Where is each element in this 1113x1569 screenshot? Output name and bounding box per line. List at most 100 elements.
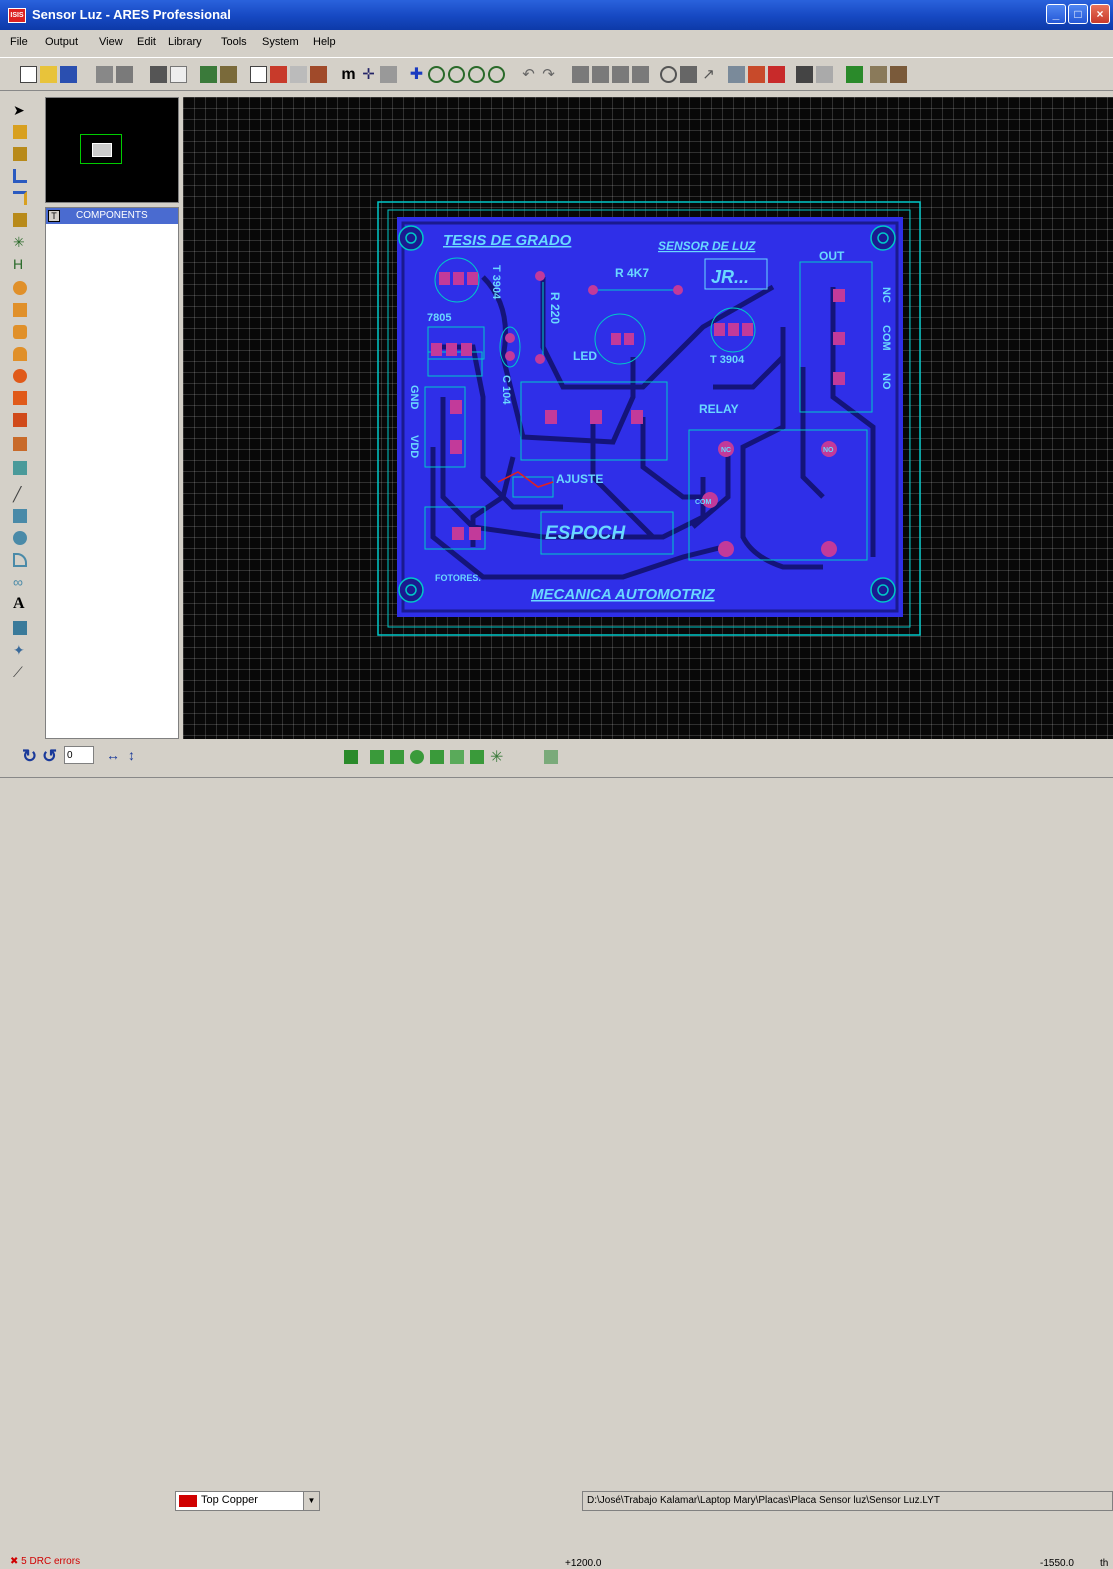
layers-panel-icon[interactable] [13, 461, 27, 475]
zoom-area-icon[interactable] [488, 66, 505, 83]
save-icon[interactable] [60, 66, 77, 83]
menu-tools[interactable]: Tools [221, 36, 247, 48]
close-button[interactable]: × [1090, 4, 1110, 24]
marker-icon[interactable]: ✦ [13, 643, 27, 657]
layer-selector[interactable]: Top Copper ▼ [175, 1491, 320, 1511]
arc-icon[interactable] [13, 553, 27, 567]
menu-file[interactable]: File [10, 36, 28, 48]
connectivity-icon[interactable]: H [13, 257, 27, 271]
block-copy-icon[interactable] [572, 66, 589, 83]
zoom-all-icon[interactable] [468, 66, 485, 83]
block-move-icon[interactable] [592, 66, 609, 83]
chevron-down-icon[interactable]: ▼ [303, 1492, 319, 1510]
circle-icon[interactable] [13, 531, 27, 545]
selection-mode-icon[interactable]: ➤ [13, 103, 27, 117]
component-mode-icon[interactable] [13, 125, 27, 139]
silk-initials: JR... [711, 267, 749, 287]
toggle-flip-icon[interactable] [270, 66, 287, 83]
menu-view[interactable]: View [99, 36, 123, 48]
route-settings-icon[interactable] [544, 750, 558, 764]
rotate-ccw-icon[interactable]: ↺ [42, 746, 57, 767]
rotate-cw-icon[interactable]: ↻ [22, 746, 37, 767]
layers-icon[interactable] [310, 66, 327, 83]
ratsnest-mode-icon[interactable]: ✳ [13, 235, 27, 249]
layer-visibility-icon[interactable] [344, 750, 358, 764]
metric-icon[interactable]: m [340, 66, 357, 83]
dimension-icon[interactable]: ⟋ [13, 665, 27, 679]
route-via-icon[interactable] [390, 750, 404, 764]
print-icon[interactable] [150, 66, 167, 83]
minimize-button[interactable]: _ [1046, 4, 1066, 24]
search-icon[interactable] [796, 66, 813, 83]
dil-pad-icon[interactable] [13, 325, 27, 339]
bom-icon[interactable] [220, 66, 237, 83]
power-plane-icon[interactable] [748, 66, 765, 83]
origin-icon[interactable]: ✛ [360, 66, 377, 83]
import-icon[interactable] [96, 66, 113, 83]
zoom-out-icon[interactable] [448, 66, 465, 83]
route-pad-icon[interactable] [410, 750, 424, 764]
route-bend-icon[interactable] [430, 750, 444, 764]
snap-icon[interactable] [380, 66, 397, 83]
new-file-icon[interactable] [20, 66, 37, 83]
polygonal-smt-icon[interactable] [13, 413, 27, 427]
test-points-icon[interactable] [768, 66, 785, 83]
box-icon[interactable] [13, 509, 27, 523]
menu-bar: File Output View Edit Library Tools Syst… [0, 33, 1113, 53]
ratsnest-icon[interactable] [846, 66, 863, 83]
design-explorer-icon[interactable] [728, 66, 745, 83]
edge-pad-icon[interactable] [13, 347, 27, 361]
menu-help[interactable]: Help [313, 36, 336, 48]
menu-library[interactable]: Library [168, 36, 202, 48]
text-icon[interactable]: A [13, 596, 27, 612]
rotation-input[interactable] [64, 746, 94, 764]
zoom-in-icon[interactable] [428, 66, 445, 83]
symbol-icon[interactable] [13, 621, 27, 635]
circular-smt-icon[interactable] [13, 369, 27, 383]
align-icon[interactable] [870, 66, 887, 83]
window-title: Sensor Luz - ARES Professional [32, 7, 231, 22]
block-delete-icon[interactable] [632, 66, 649, 83]
editing-canvas[interactable]: TESIS DE GRADO SENSOR DE LUZ JR... OUT R… [183, 97, 1113, 739]
components-toggle-button[interactable]: T [48, 210, 60, 222]
autoroute-icon[interactable]: ↗ [700, 66, 717, 83]
via-mode-icon[interactable] [13, 191, 27, 205]
export-icon[interactable] [116, 66, 133, 83]
undo-icon[interactable]: ↶ [520, 66, 537, 83]
mirror-y-icon[interactable]: ↕ [128, 747, 135, 763]
print-area-icon[interactable] [170, 66, 187, 83]
route-junction-icon[interactable] [470, 750, 484, 764]
3d-view-icon[interactable] [890, 66, 907, 83]
rectangular-smt-icon[interactable] [13, 391, 27, 405]
square-pad-icon[interactable] [13, 303, 27, 317]
route-star-icon[interactable]: ✳ [490, 747, 503, 767]
refresh-icon[interactable] [250, 66, 267, 83]
zone-mode-icon[interactable] [13, 213, 27, 227]
padstack-icon[interactable] [13, 437, 27, 451]
maximize-button[interactable]: □ [1068, 4, 1088, 24]
route-track-icon[interactable] [370, 750, 384, 764]
netlist-icon[interactable] [200, 66, 217, 83]
block-rotate-icon[interactable] [612, 66, 629, 83]
line-icon[interactable]: ╱ [13, 487, 27, 501]
property-icon[interactable] [816, 66, 833, 83]
components-panel: T COMPONENTS [45, 207, 179, 739]
components-header: T COMPONENTS [46, 208, 178, 224]
grid-icon[interactable] [290, 66, 307, 83]
overview-window[interactable] [45, 97, 179, 203]
menu-edit[interactable]: Edit [137, 36, 156, 48]
path-icon[interactable]: ∞ [13, 575, 27, 589]
menu-output[interactable]: Output [45, 36, 78, 48]
route-tee-icon[interactable] [450, 750, 464, 764]
decompose-icon[interactable] [680, 66, 697, 83]
open-folder-icon[interactable] [40, 66, 57, 83]
drc-status[interactable]: ✖ 5 DRC errors [10, 1556, 80, 1567]
menu-system[interactable]: System [262, 36, 299, 48]
track-mode-icon[interactable] [13, 169, 27, 183]
package-mode-icon[interactable] [13, 147, 27, 161]
pan-icon[interactable]: ✚ [408, 66, 425, 83]
round-pad-icon[interactable] [13, 281, 27, 295]
mirror-x-icon[interactable]: ↔ [106, 747, 120, 763]
redo-icon[interactable]: ↷ [540, 66, 557, 83]
pick-device-icon[interactable] [660, 66, 677, 83]
